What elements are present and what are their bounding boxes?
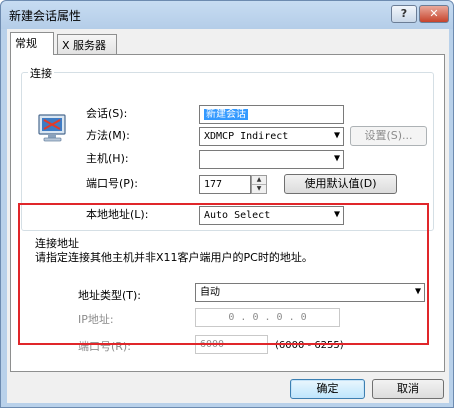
method-dropdown[interactable]: XDMCP Indirect ▼ xyxy=(199,127,344,146)
title-bar[interactable]: 新建会话属性 ? ✕ xyxy=(1,1,453,29)
session-name-value: 新建会话 xyxy=(204,109,248,120)
port-label: 端口号(P): xyxy=(86,177,138,190)
session-name-input[interactable]: 新建会话 xyxy=(199,105,344,124)
use-default-button[interactable]: 使用默认值(D) xyxy=(284,174,397,194)
host-label: 主机(H): xyxy=(86,152,129,165)
host-combobox[interactable]: ▼ xyxy=(199,150,344,169)
port-input[interactable]: 177 xyxy=(199,175,251,194)
tab-general[interactable]: 常规 xyxy=(10,32,54,55)
close-button[interactable]: ✕ xyxy=(419,5,449,23)
window-title: 新建会话属性 xyxy=(9,9,82,23)
cancel-button[interactable]: 取消 xyxy=(372,379,444,399)
ok-button[interactable]: 确定 xyxy=(290,379,365,399)
help-button[interactable]: ? xyxy=(391,5,417,23)
settings-button[interactable]: 设置(S)... xyxy=(350,126,427,146)
highlight-annotation-box xyxy=(18,203,429,345)
dialog-window: 新建会话属性 ? ✕ 常规 X 服务器 连接 会话(S): 新建会话 方法(M)… xyxy=(0,0,454,408)
port-spinner[interactable]: ▲ ▼ xyxy=(251,175,267,194)
session-label: 会话(S): xyxy=(86,107,128,120)
method-label: 方法(M): xyxy=(86,129,130,142)
chevron-down-icon: ▼ xyxy=(333,153,340,164)
spin-down-icon[interactable]: ▼ xyxy=(252,184,266,192)
computer-monitor-icon xyxy=(38,114,66,142)
connect-group-legend: 连接 xyxy=(28,65,54,81)
spin-up-icon[interactable]: ▲ xyxy=(252,176,266,184)
method-value: XDMCP Indirect xyxy=(204,131,289,142)
tab-x-server[interactable]: X 服务器 xyxy=(57,34,117,54)
chevron-down-icon: ▼ xyxy=(333,130,340,141)
